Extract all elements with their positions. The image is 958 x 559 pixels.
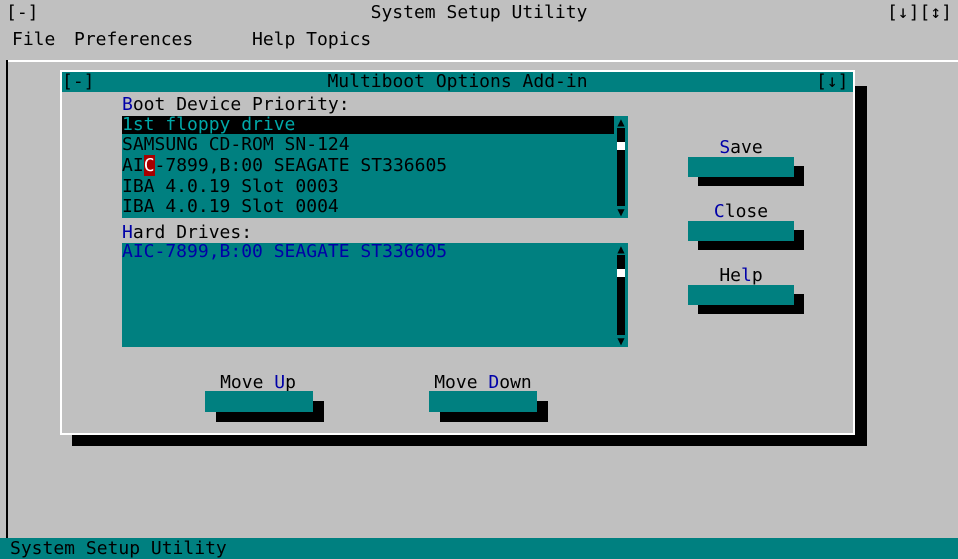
item-prefix: AI — [122, 155, 144, 176]
save-hotkey: S — [719, 137, 731, 158]
boot-priority-scrollbar[interactable]: ▲ ▼ — [614, 116, 628, 218]
menu-preferences[interactable]: Preferences — [74, 30, 193, 50]
save-button-label[interactable]: Save — [688, 139, 794, 157]
hard-drives-scrollbar[interactable]: ▲ ▼ — [614, 243, 628, 347]
status-bar: System Setup Utility — [0, 538, 958, 559]
scroll-thumb[interactable] — [617, 269, 625, 277]
save-button[interactable] — [688, 157, 794, 177]
scroll-up-icon[interactable]: ▲ — [614, 116, 628, 128]
hard-drives-hotkey: H — [122, 222, 133, 243]
boot-priority-list[interactable]: 1st floppy drive SAMSUNG CD-ROM SN-124 A… — [122, 116, 614, 218]
hard-drive-item-1[interactable]: AIC-7899,B:00 SEAGATE ST336605 — [122, 243, 447, 261]
move-up-hotkey: U — [274, 372, 286, 393]
dialog-title: Multiboot Options Add-in — [327, 71, 588, 92]
dialog-shadow — [855, 86, 867, 446]
close-button-label[interactable]: Close — [688, 203, 794, 221]
scroll-thumb[interactable] — [617, 142, 625, 150]
boot-priority-item-5[interactable]: IBA 4.0.19 Slot 0004 — [122, 198, 339, 216]
move-down-prefix: Move — [434, 372, 489, 393]
scroll-track — [617, 243, 625, 347]
move-up-prefix: Move — [220, 372, 275, 393]
help-label-suffix: p — [751, 265, 763, 286]
boot-priority-label: Boot Device Priority: — [122, 96, 350, 114]
boot-priority-label-text: oot Device Priority: — [132, 94, 350, 115]
help-hotkey: l — [741, 265, 752, 286]
close-label-text: lose — [724, 201, 769, 222]
menu-help-topics[interactable]: Help Topics — [252, 30, 371, 50]
move-up-button-label[interactable]: Move Up — [205, 374, 311, 392]
dialog-minimize-button[interactable]: [↓] — [816, 72, 849, 92]
scroll-down-icon[interactable]: ▼ — [614, 335, 628, 347]
boot-priority-item-4[interactable]: IBA 4.0.19 Slot 0003 — [122, 178, 339, 196]
status-text: System Setup Utility — [10, 538, 227, 559]
save-label-text: ave — [730, 137, 763, 158]
hard-drives-label: Hard Drives: — [122, 224, 252, 242]
boot-priority-item-1[interactable]: 1st floppy drive — [122, 116, 614, 134]
move-down-hotkey: D — [488, 372, 500, 393]
hard-drives-label-text: ard Drives: — [132, 222, 253, 243]
boot-priority-hotkey: B — [122, 94, 133, 115]
help-label-prefix: He — [719, 265, 741, 286]
help-button[interactable] — [688, 285, 794, 305]
move-up-button[interactable] — [205, 391, 313, 412]
scroll-up-icon[interactable]: ▲ — [614, 243, 628, 255]
move-down-button-label[interactable]: Move Down — [429, 374, 537, 392]
app-title: System Setup Utility — [370, 2, 588, 23]
dialog-shadow — [72, 435, 867, 446]
text-cursor: C — [143, 155, 155, 176]
window-controls[interactable]: [↓][↕] — [887, 4, 952, 22]
menu-file[interactable]: File — [12, 30, 55, 50]
boot-priority-item-3[interactable]: AIC-7899,B:00 SEAGATE ST336605 — [122, 155, 448, 176]
help-button-label[interactable]: Help — [688, 267, 794, 285]
boot-priority-item-2[interactable]: SAMSUNG CD-ROM SN-124 — [122, 136, 350, 154]
item-suffix: -7899,B:00 SEAGATE ST336605 — [154, 155, 448, 176]
scroll-track — [617, 116, 625, 218]
move-up-suffix: p — [285, 372, 296, 393]
move-down-suffix: own — [499, 372, 532, 393]
hard-drives-list[interactable]: AIC-7899,B:00 SEAGATE ST336605 — [122, 243, 614, 347]
menu-bar: File Preferences Help Topics — [0, 28, 958, 54]
move-down-button[interactable] — [429, 391, 537, 412]
close-hotkey: C — [713, 201, 725, 222]
scroll-down-icon[interactable]: ▼ — [614, 206, 628, 218]
close-button[interactable] — [688, 221, 794, 241]
